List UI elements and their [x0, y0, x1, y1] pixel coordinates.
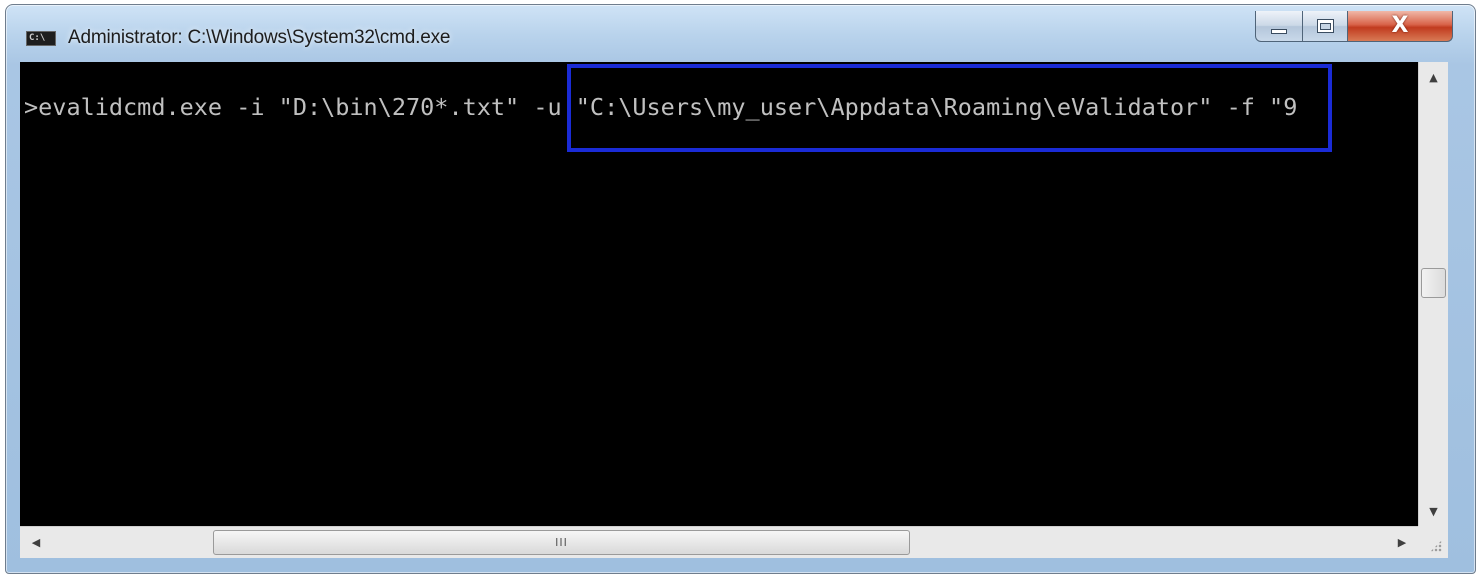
- minimize-icon: [1271, 28, 1287, 34]
- window-title: Administrator: C:\Windows\System32\cmd.e…: [68, 27, 451, 48]
- vertical-scrollbar[interactable]: ▲ ▼: [1418, 62, 1448, 526]
- scroll-right-arrow-icon[interactable]: ▶: [1386, 527, 1418, 558]
- highlight-box: [567, 64, 1332, 152]
- minimize-button[interactable]: [1255, 11, 1303, 42]
- maximize-button[interactable]: [1302, 11, 1348, 42]
- scroll-down-arrow-icon[interactable]: ▼: [1419, 496, 1448, 526]
- horizontal-scrollbar[interactable]: ◀ III ▶: [20, 526, 1418, 558]
- cmd-app-icon[interactable]: C:\: [26, 31, 56, 46]
- console-output[interactable]: >evalidcmd.exe -i "D:\bin\270*.txt" -u "…: [20, 62, 1418, 526]
- maximize-icon: [1316, 19, 1334, 33]
- scroll-up-arrow-icon[interactable]: ▲: [1419, 62, 1448, 92]
- resize-grip-icon[interactable]: [1418, 526, 1448, 558]
- close-button[interactable]: X: [1347, 11, 1453, 42]
- scroll-thumb-grip-icon: III: [555, 536, 568, 549]
- vertical-scroll-thumb[interactable]: [1421, 268, 1446, 298]
- horizontal-scroll-thumb[interactable]: III: [213, 530, 910, 555]
- scroll-left-arrow-icon[interactable]: ◀: [20, 527, 52, 558]
- close-icon: X: [1391, 13, 1409, 38]
